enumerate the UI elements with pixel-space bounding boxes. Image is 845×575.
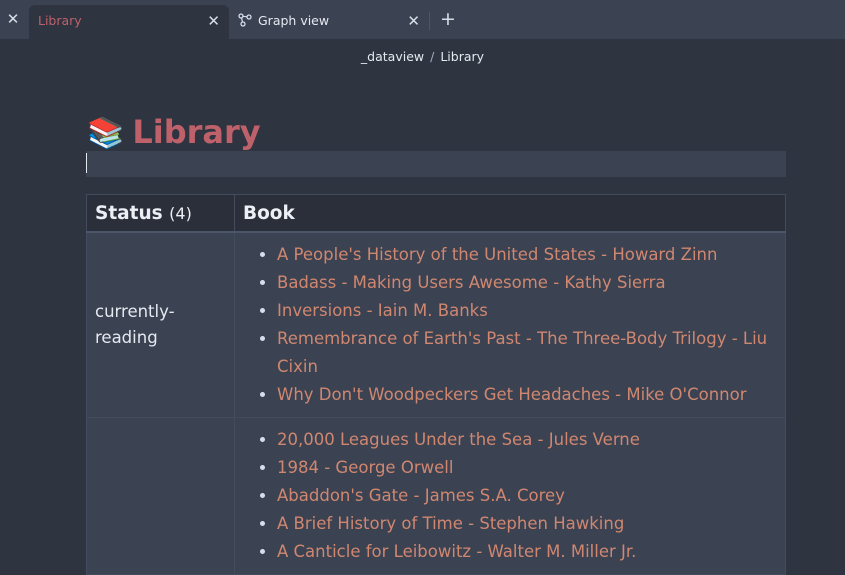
breadcrumb: _dataview / Library xyxy=(0,49,845,64)
book-link[interactable]: 1984 - George Orwell xyxy=(277,458,453,477)
list-item: Abaddon's Gate - James S.A. Corey xyxy=(277,482,777,510)
page-title-text: Library xyxy=(132,113,261,151)
breadcrumb-separator: / xyxy=(430,49,435,64)
list-item: Why Don't Woodpeckers Get Headaches - Mi… xyxy=(277,381,777,409)
breadcrumb-item[interactable]: _dataview xyxy=(361,49,424,64)
editor-line[interactable] xyxy=(86,151,786,177)
list-item: Badass - Making Users Awesome - Kathy Si… xyxy=(277,269,777,297)
book-link[interactable]: Badass - Making Users Awesome - Kathy Si… xyxy=(277,273,666,292)
list-item: 20,000 Leagues Under the Sea - Jules Ver… xyxy=(277,426,777,454)
status-cell xyxy=(86,417,235,575)
book-link[interactable]: Remembrance of Earth's Past - The Three-… xyxy=(277,329,767,376)
list-item: A People's History of the United States … xyxy=(277,241,777,269)
column-header-status[interactable]: Status (4) xyxy=(86,194,235,233)
table-row: 20,000 Leagues Under the Sea - Jules Ver… xyxy=(86,417,786,575)
close-icon[interactable]: ✕ xyxy=(407,5,420,37)
book-link[interactable]: A Canticle for Leibowitz - Walter M. Mil… xyxy=(277,542,636,561)
tab-label: Graph view xyxy=(258,13,330,28)
tab-label: Library xyxy=(38,13,82,28)
table-header-row: Status (4) Book xyxy=(86,194,786,233)
column-header-book[interactable]: Book xyxy=(234,194,786,233)
tab-library[interactable]: Library ✕ xyxy=(29,5,229,39)
close-icon[interactable]: ✕ xyxy=(207,5,220,37)
graph-icon xyxy=(238,13,252,27)
tab-divider xyxy=(429,12,430,30)
book-link[interactable]: A People's History of the United States … xyxy=(277,245,717,264)
books-cell: A People's History of the United States … xyxy=(234,231,786,418)
books-cell: 20,000 Leagues Under the Sea - Jules Ver… xyxy=(234,417,786,575)
book-link[interactable]: A Brief History of Time - Stephen Hawkin… xyxy=(277,514,624,533)
list-item: A Brief History of Time - Stephen Hawkin… xyxy=(277,510,777,538)
dataview-table: Status (4) Book currently-reading A Peop… xyxy=(86,194,786,575)
breadcrumb-item[interactable]: Library xyxy=(440,49,484,64)
list-item: 1984 - George Orwell xyxy=(277,454,777,482)
close-icon[interactable]: ✕ xyxy=(6,12,20,27)
page-title: 📚 Library xyxy=(87,110,261,154)
table-row: currently-reading A People's History of … xyxy=(86,231,786,418)
book-link[interactable]: Abaddon's Gate - James S.A. Corey xyxy=(277,486,565,505)
status-cell: currently-reading xyxy=(86,231,235,418)
tab-graph-view[interactable]: Graph view ✕ xyxy=(229,5,429,39)
tab-bar: ✕ Library ✕ Graph view ✕ + xyxy=(0,0,845,39)
group-count: (4) xyxy=(169,203,192,223)
book-link[interactable]: Inversions - Iain M. Banks xyxy=(277,301,488,320)
list-item: Inversions - Iain M. Banks xyxy=(277,297,777,325)
list-item: Remembrance of Earth's Past - The Three-… xyxy=(277,325,777,381)
book-link[interactable]: 20,000 Leagues Under the Sea - Jules Ver… xyxy=(277,430,640,449)
book-link[interactable]: Why Don't Woodpeckers Get Headaches - Mi… xyxy=(277,385,747,404)
text-cursor xyxy=(86,153,87,173)
books-icon: 📚 xyxy=(87,116,125,151)
list-item: A Canticle for Leibowitz - Walter M. Mil… xyxy=(277,538,777,566)
plus-icon[interactable]: + xyxy=(440,9,456,29)
